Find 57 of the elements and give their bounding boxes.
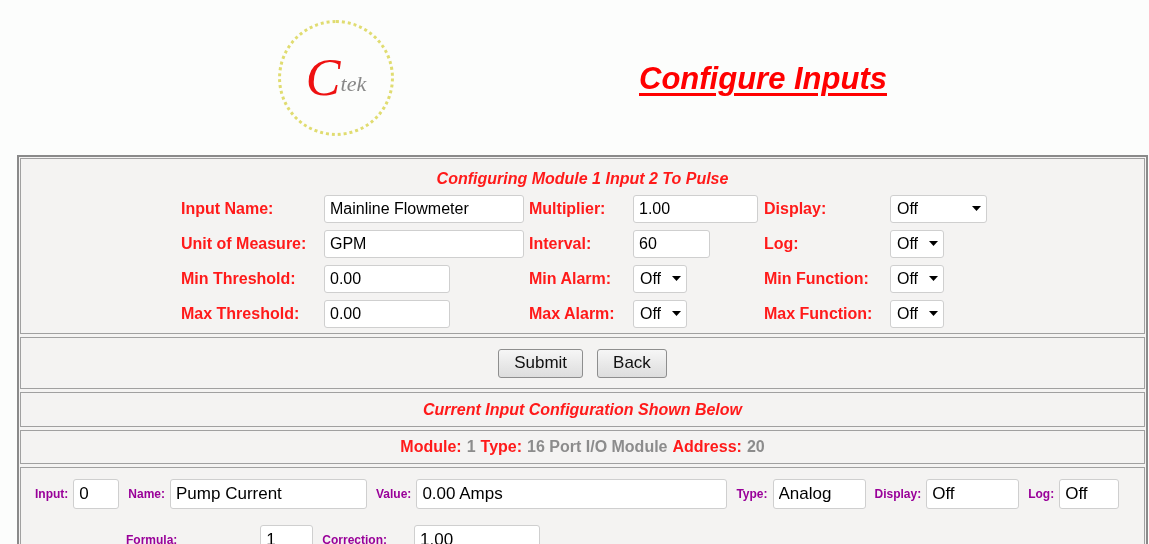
input-field[interactable]: Off: [926, 479, 1020, 509]
input-field[interactable]: Analog: [772, 479, 866, 509]
form-heading: Configuring Module 1 Input 2 To Pulse: [435, 169, 730, 189]
field-label: Name:: [128, 486, 165, 503]
field-label: Min Function:: [764, 268, 870, 289]
page-title: Configure Inputs: [639, 60, 887, 99]
info-value: 16 Port I/O Module: [527, 437, 668, 457]
input-field[interactable]: 0: [73, 479, 120, 509]
info-label: Type:: [480, 437, 523, 457]
field-label: Type:: [736, 486, 768, 503]
logo-text: tek: [340, 72, 367, 95]
field-label: Max Alarm:: [529, 303, 616, 324]
field-label: Input Name:: [181, 198, 275, 219]
input-field[interactable]: 0.00: [324, 264, 450, 293]
input-field[interactable]: Mainline Flowmeter: [324, 194, 524, 223]
caret-icon: [672, 276, 681, 281]
field-label: Max Threshold:: [181, 303, 301, 324]
logo-initial: C: [305, 51, 341, 104]
caret-icon: [972, 206, 981, 211]
input-field[interactable]: 1.00: [633, 194, 758, 223]
dropdown[interactable]: Off: [633, 299, 687, 328]
input-field[interactable]: 60: [633, 229, 710, 258]
field-label: Correction:: [322, 532, 387, 544]
input-field[interactable]: 0.00 Amps: [416, 479, 728, 509]
field-label: Unit of Measure:: [181, 233, 308, 254]
dropdown[interactable]: Off: [890, 299, 944, 328]
dropdown[interactable]: Off: [633, 264, 687, 293]
form-button[interactable]: Back: [597, 348, 667, 378]
caret-icon: [929, 241, 938, 246]
info-label: Module:: [400, 437, 462, 457]
field-label: Value:: [376, 486, 412, 503]
input-field[interactable]: Off: [1059, 479, 1120, 509]
field-label: Log:: [764, 233, 800, 254]
info-value: 20: [746, 437, 765, 457]
field-label: Interval:: [529, 233, 593, 254]
caret-icon: [929, 311, 938, 316]
field-label: Log:: [1028, 486, 1055, 503]
field-label: Display:: [874, 486, 922, 503]
field-label: Display:: [764, 198, 828, 219]
field-label: Input:: [35, 486, 69, 503]
info-value: 1: [466, 437, 476, 457]
section-heading: Current Input Configuration Shown Below: [422, 399, 743, 420]
dropdown[interactable]: Off: [890, 194, 987, 223]
caret-icon: [672, 311, 681, 316]
dropdown[interactable]: Off: [890, 264, 944, 293]
field-label: Formula:: [126, 532, 178, 544]
field-label: Min Threshold:: [181, 268, 297, 289]
input-field[interactable]: 0.00: [324, 299, 450, 328]
input-field[interactable]: GPM: [324, 229, 524, 258]
dropdown[interactable]: Off: [890, 229, 944, 258]
caret-icon: [929, 276, 938, 281]
info-label: Address:: [672, 437, 742, 457]
field-label: Multiplier:: [529, 198, 607, 219]
form-button[interactable]: Submit: [498, 348, 584, 378]
field-label: Max Function:: [764, 303, 874, 324]
field-label: Min Alarm:: [529, 268, 613, 289]
input-field[interactable]: Pump Current: [170, 479, 367, 509]
